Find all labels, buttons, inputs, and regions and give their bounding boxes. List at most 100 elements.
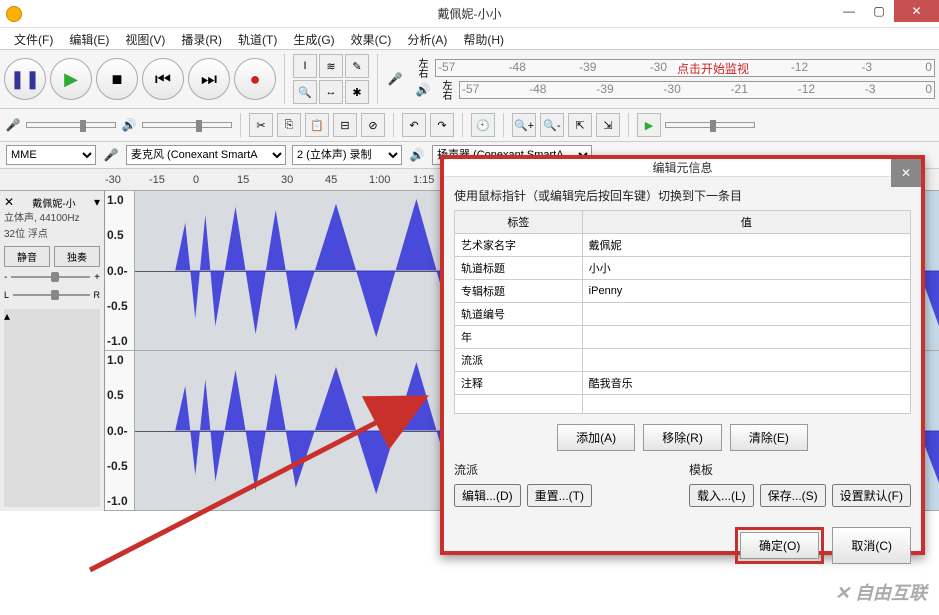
edit-toolbar: 🎤 🔊 ✂ ⎘ 📋 ⊟ ⊘ ↶ ↷ 🕙 🔍+ 🔍- ⇱ ⇲ ▶ (0, 109, 939, 142)
table-row (455, 395, 911, 414)
tick: 15 (237, 174, 281, 186)
remove-button[interactable]: 移除(R) (643, 424, 722, 451)
app-logo (6, 6, 22, 22)
recording-device-select[interactable]: 麦克风 (Conexant SmartA (126, 145, 286, 165)
stop-button[interactable]: ■ (96, 58, 138, 100)
pause-button[interactable]: ❚❚ (4, 58, 46, 100)
col-value: 值 (582, 211, 910, 234)
table-row: 注释酷我音乐 (455, 372, 911, 395)
meter-click-label[interactable]: 点击开始监视 (675, 60, 751, 77)
template-group-label: 模板 (689, 461, 911, 478)
table-row: 轨道标题小小 (455, 257, 911, 280)
trim-button[interactable]: ⊟ (333, 113, 357, 137)
menu-tracks[interactable]: 轨道(T) (230, 28, 285, 49)
menu-generate[interactable]: 生成(G) (285, 28, 342, 49)
silence-button[interactable]: ⊘ (361, 113, 385, 137)
add-button[interactable]: 添加(A) (557, 424, 635, 451)
transport-toolbar: ❚❚ ▶ ■ ⏮ ⏭ ● I ≋ ✎ 🔍 ↔ ✱ 🎤 左右 -57-48-39-… (0, 50, 939, 109)
dialog-title: 编辑元信息 (652, 159, 712, 176)
multi-tool-button[interactable]: ✱ (345, 80, 369, 104)
rec-meter-label: 左右 (414, 58, 429, 78)
table-row: 艺术家名字戴佩妮 (455, 234, 911, 257)
record-button[interactable]: ● (234, 58, 276, 100)
minimize-button[interactable]: — (834, 0, 864, 22)
load-template-button[interactable]: 载入...(L) (689, 484, 754, 507)
track-name[interactable]: 戴佩妮-小 (32, 195, 75, 210)
cancel-button[interactable]: 取消(C) (832, 527, 911, 564)
menu-analyze[interactable]: 分析(A) (399, 28, 455, 49)
save-template-button[interactable]: 保存...(S) (760, 484, 826, 507)
timeshift-tool-button[interactable]: ↔ (319, 80, 343, 104)
maximize-button[interactable]: ▢ (864, 0, 894, 22)
playback-meter[interactable]: -57-48-39-30-21-12-30 (459, 81, 935, 99)
titlebar: 戴佩妮-小小 — ▢ ✕ (0, 0, 939, 28)
table-row: 年 (455, 326, 911, 349)
reset-genre-button[interactable]: 重置...(T) (527, 484, 592, 507)
speaker-select-icon: 🔊 (408, 146, 426, 164)
mic-icon: 🎤 (386, 70, 404, 88)
window-title: 戴佩妮-小小 (438, 5, 502, 22)
track-format-label: 立体声, 44100Hz (4, 212, 100, 226)
rec-volume-slider[interactable] (26, 122, 116, 128)
menu-edit[interactable]: 编辑(E) (61, 28, 117, 49)
gain-slider[interactable] (11, 273, 90, 281)
skip-end-button[interactable]: ⏭ (188, 58, 230, 100)
mute-button[interactable]: 静音 (4, 246, 50, 267)
redo-button[interactable]: ↷ (430, 113, 454, 137)
cut-button[interactable]: ✂ (249, 113, 273, 137)
undo-button[interactable]: ↶ (402, 113, 426, 137)
tick: 1:00 (369, 174, 413, 186)
tick: -30 (105, 174, 149, 186)
ok-button[interactable]: 确定(O) (740, 532, 819, 559)
recording-channels-select[interactable]: 2 (立体声) 录制 (292, 145, 402, 165)
mic-device-icon: 🎤 (4, 116, 22, 134)
menu-transport[interactable]: 播录(R) (173, 28, 230, 49)
selection-tool-button[interactable]: I (293, 54, 317, 78)
play-at-speed-button[interactable]: ▶ (637, 113, 661, 137)
recording-meter[interactable]: -57-48-39-30-21-12-30 点击开始监视 (435, 59, 935, 77)
track-bit-label: 32位 浮点 (4, 228, 100, 242)
menu-view[interactable]: 视图(V) (117, 28, 173, 49)
dialog-close-button[interactable]: ✕ (891, 159, 921, 187)
solo-button[interactable]: 独奏 (54, 246, 100, 267)
audio-host-select[interactable]: MME (6, 145, 96, 165)
tick: 0 (193, 174, 237, 186)
tick: 30 (281, 174, 325, 186)
play-volume-slider[interactable] (142, 122, 232, 128)
sync-lock-button[interactable]: 🕙 (471, 113, 495, 137)
close-button[interactable]: ✕ (894, 0, 939, 22)
draw-tool-button[interactable]: ✎ (345, 54, 369, 78)
collapse-button[interactable]: ▴ (4, 309, 100, 507)
play-button[interactable]: ▶ (50, 58, 92, 100)
copy-button[interactable]: ⎘ (277, 113, 301, 137)
envelope-tool-button[interactable]: ≋ (319, 54, 343, 78)
table-row: 轨道编号 (455, 303, 911, 326)
speaker-icon: 🔊 (414, 81, 432, 99)
track-menu-button[interactable]: ▾ (94, 195, 100, 210)
pan-slider[interactable] (13, 291, 89, 299)
tick: 45 (325, 174, 369, 186)
paste-button[interactable]: 📋 (305, 113, 329, 137)
menu-file[interactable]: 文件(F) (6, 28, 61, 49)
table-row: 专辑标题iPenny (455, 280, 911, 303)
play-speed-slider[interactable] (665, 122, 755, 128)
track-control-panel: ✕ 戴佩妮-小 ▾ 立体声, 44100Hz 32位 浮点 静音 独奏 -+ L… (0, 191, 105, 511)
zoom-in-button[interactable]: 🔍+ (512, 113, 536, 137)
clear-button[interactable]: 清除(E) (730, 424, 808, 451)
metadata-dialog: 编辑元信息 ✕ 使用鼠标指针（或编辑完后按回车键）切换到下一条目 标签值 艺术家… (440, 155, 925, 555)
menu-effect[interactable]: 效果(C) (343, 28, 400, 49)
menu-help[interactable]: 帮助(H) (455, 28, 512, 49)
amplitude-scale: 1.00.50.0--0.5-1.0 1.00.50.0--0.5-1.0 (105, 191, 135, 511)
edit-genre-button[interactable]: 编辑...(D) (454, 484, 521, 507)
track-close-button[interactable]: ✕ (4, 195, 14, 210)
zoom-tool-button[interactable]: 🔍 (293, 80, 317, 104)
set-default-button[interactable]: 设置默认(F) (832, 484, 911, 507)
fit-selection-button[interactable]: ⇱ (568, 113, 592, 137)
metadata-table[interactable]: 标签值 艺术家名字戴佩妮 轨道标题小小 专辑标题iPenny 轨道编号 年 流派… (454, 210, 911, 414)
play-meter-label: 左右 (438, 80, 453, 100)
zoom-out-button[interactable]: 🔍- (540, 113, 564, 137)
menubar: 文件(F) 编辑(E) 视图(V) 播录(R) 轨道(T) 生成(G) 效果(C… (0, 28, 939, 50)
fit-project-button[interactable]: ⇲ (596, 113, 620, 137)
skip-start-button[interactable]: ⏮ (142, 58, 184, 100)
tick: -15 (149, 174, 193, 186)
